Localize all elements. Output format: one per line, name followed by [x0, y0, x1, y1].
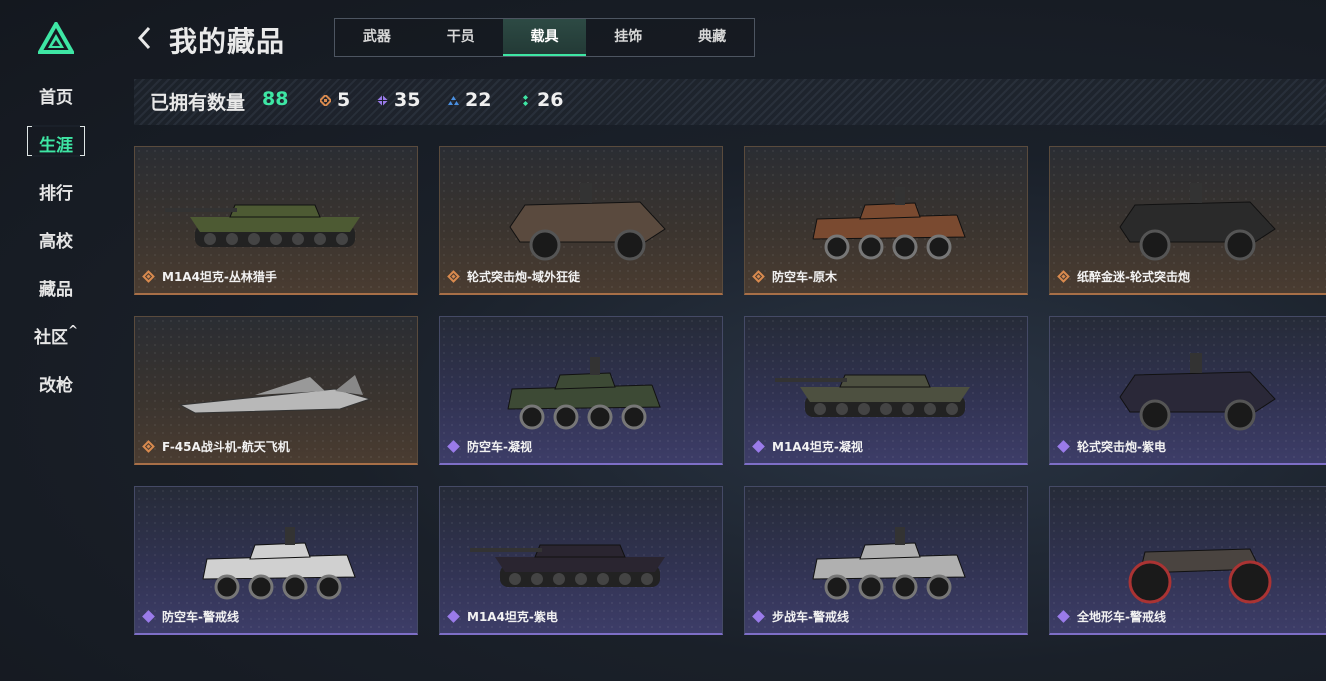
back-arrow-icon[interactable]	[136, 24, 152, 52]
purple-rarity-icon	[1057, 610, 1070, 623]
orange-rarity-icon	[1057, 270, 1070, 283]
vehicle-card[interactable]: F-45A战斗机-航天飞机	[134, 316, 418, 465]
owned-count-total: 88	[262, 88, 289, 110]
vehicle-card[interactable]: 轮式突击炮-域外狂徒	[439, 146, 723, 295]
sidebar-item-community[interactable]: 社区^	[0, 323, 112, 348]
vehicle-name: M1A4坦克-紫电	[467, 610, 558, 624]
purple-rarity-icon	[377, 94, 388, 106]
vehicle-card[interactable]: 防空车-警戒线	[134, 486, 418, 635]
vehicle-name: 步战车-警戒线	[772, 610, 849, 624]
tab-weapons[interactable]: 武器	[335, 19, 419, 56]
green-count: 26	[537, 89, 564, 111]
vehicle-label: 全地形车-警戒线	[1057, 608, 1166, 625]
sidebar-item-collection[interactable]: 藏品	[0, 275, 112, 300]
purple-rarity-icon	[142, 610, 155, 623]
tab-collection[interactable]: 典藏	[670, 19, 754, 56]
vehicle-label: 轮式突击炮-域外狂徒	[447, 268, 580, 285]
sidebar-item-gunsmith[interactable]: 改枪	[0, 371, 112, 396]
vehicle-name: 轮式突击炮-紫电	[1077, 440, 1166, 454]
sidebar-item-career[interactable]: 生涯	[0, 131, 112, 156]
tab-charms[interactable]: 挂饰	[586, 19, 670, 56]
vehicle-name: 纸醉金迷-轮式突击炮	[1077, 270, 1190, 284]
rarity-count-orange: 5	[320, 89, 350, 111]
vehicle-card[interactable]: 防空车-凝视	[439, 316, 723, 465]
orange-rarity-icon	[320, 94, 331, 106]
purple-rarity-icon	[447, 440, 460, 453]
vehicle-card[interactable]: 步战车-警戒线	[744, 486, 1028, 635]
vehicle-label: 轮式突击炮-紫电	[1057, 438, 1166, 455]
owned-count-label: 已拥有数量	[150, 92, 246, 114]
vehicle-card[interactable]: M1A4坦克-凝视	[744, 316, 1028, 465]
vehicle-card[interactable]: M1A4坦克-丛林猎手	[134, 146, 418, 295]
orange-rarity-icon	[447, 270, 460, 283]
vehicle-label: F-45A战斗机-航天飞机	[142, 438, 290, 455]
tab-operators[interactable]: 干员	[419, 19, 503, 56]
vehicle-label: 防空车-凝视	[447, 438, 532, 455]
vehicle-label: 防空车-警戒线	[142, 608, 239, 625]
purple-rarity-icon	[447, 610, 460, 623]
sidebar-item-schools[interactable]: 高校	[0, 227, 112, 252]
purple-rarity-icon	[752, 440, 765, 453]
app-logo-icon[interactable]	[38, 22, 74, 54]
sidebar-item-ranking[interactable]: 排行	[0, 179, 112, 204]
vehicle-label: 步战车-警戒线	[752, 608, 849, 625]
vehicle-label: 纸醉金迷-轮式突击炮	[1057, 268, 1190, 285]
sidebar-item-community-label: 社区	[33, 328, 68, 348]
vehicle-name: 防空车-凝视	[467, 440, 532, 454]
purple-count: 35	[394, 89, 421, 111]
page-title: 我的藏品	[169, 25, 286, 58]
vehicle-name: F-45A战斗机-航天飞机	[162, 440, 290, 454]
vehicle-name: M1A4坦克-凝视	[772, 440, 863, 454]
orange-rarity-icon	[142, 440, 155, 453]
vehicle-card[interactable]: 轮式突击炮-紫电	[1049, 316, 1326, 465]
stats-bar	[134, 79, 1326, 125]
orange-rarity-icon	[752, 270, 765, 283]
vehicle-card[interactable]: 防空车-原木	[744, 146, 1028, 295]
blue-count: 22	[465, 89, 492, 111]
chevron-up-icon: ^	[67, 323, 79, 337]
sidebar: 首页 生涯 排行 高校 藏品 社区^ 改枪	[0, 0, 112, 681]
vehicle-label: 防空车-原木	[752, 268, 837, 285]
purple-rarity-icon	[752, 610, 765, 623]
vehicle-label: M1A4坦克-凝视	[752, 438, 863, 455]
vehicle-label: M1A4坦克-紫电	[447, 608, 558, 625]
vehicle-card[interactable]: M1A4坦克-紫电	[439, 486, 723, 635]
vehicle-label: M1A4坦克-丛林猎手	[142, 268, 277, 285]
vehicle-card[interactable]: 全地形车-警戒线	[1049, 486, 1326, 635]
orange-rarity-icon	[142, 270, 155, 283]
rarity-count-blue: 22	[448, 89, 491, 111]
vehicle-name: 防空车-警戒线	[162, 610, 239, 624]
green-rarity-icon	[523, 94, 528, 106]
vehicle-card[interactable]: 纸醉金迷-轮式突击炮	[1049, 146, 1326, 295]
purple-rarity-icon	[1057, 440, 1070, 453]
rarity-count-green: 26	[520, 89, 563, 111]
orange-count: 5	[337, 89, 351, 111]
vehicle-name: 防空车-原木	[772, 270, 837, 284]
blue-rarity-icon	[448, 95, 459, 105]
rarity-count-purple: 35	[377, 89, 420, 111]
vehicle-name: 全地形车-警戒线	[1077, 610, 1166, 624]
sidebar-item-home[interactable]: 首页	[0, 83, 112, 108]
vehicle-name: 轮式突击炮-域外狂徒	[467, 270, 580, 284]
tab-vehicles[interactable]: 载具	[502, 19, 587, 56]
category-tabs: 武器 干员 载具 挂饰 典藏	[334, 18, 755, 57]
vehicle-name: M1A4坦克-丛林猎手	[162, 270, 277, 284]
